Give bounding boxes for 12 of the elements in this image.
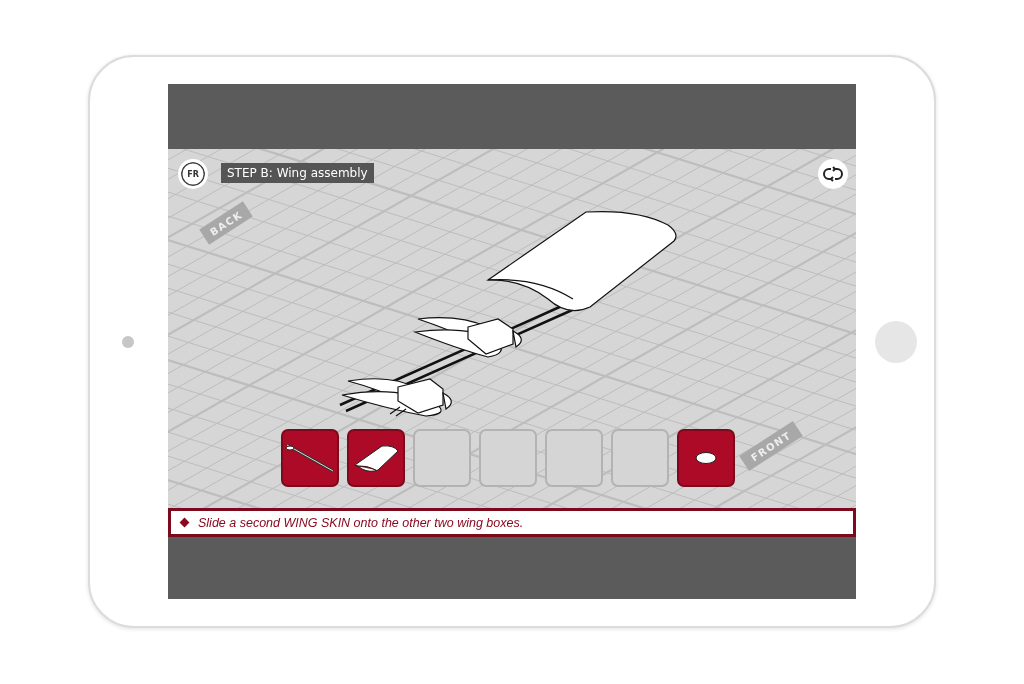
part-slot[interactable] <box>677 429 735 487</box>
home-button[interactable] <box>875 320 917 363</box>
rod-icon <box>284 442 336 474</box>
part-slot[interactable] <box>281 429 339 487</box>
part-slot[interactable] <box>347 429 405 487</box>
step-title: STEP B: Wing assembly <box>221 163 374 183</box>
floor-tag <box>199 201 253 245</box>
swap-arrows-icon <box>823 166 843 182</box>
instruction-text: Slide a second WING SKIN onto the other two wing boxes. <box>198 515 524 530</box>
camera-dot <box>122 335 134 348</box>
wing-skin-icon <box>352 443 400 473</box>
rib-icon <box>695 451 717 465</box>
